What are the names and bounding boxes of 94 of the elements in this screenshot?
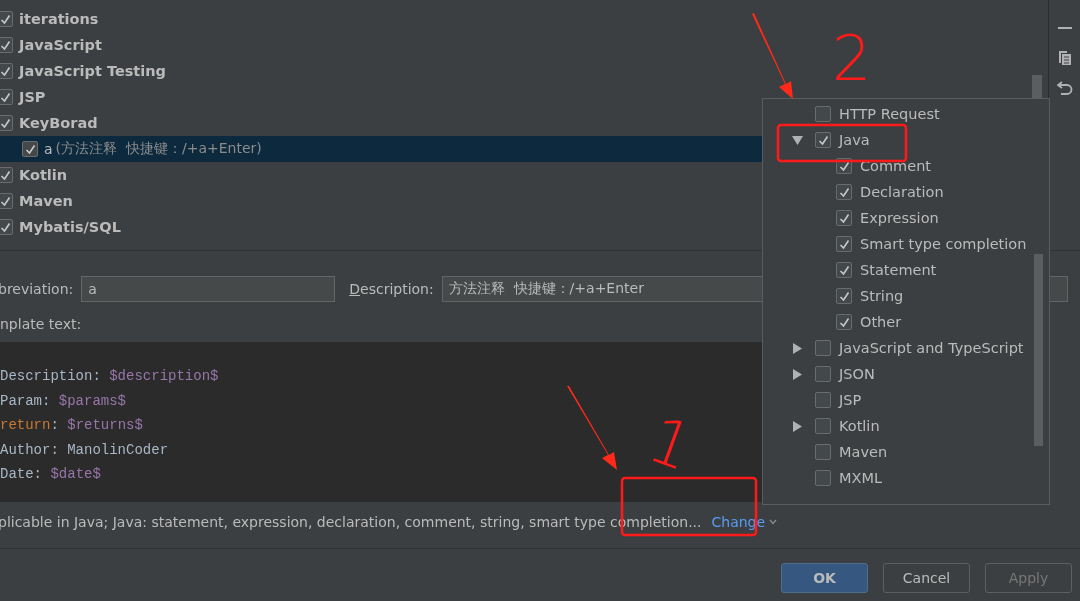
checkbox[interactable]: [0, 167, 13, 183]
checkmark-icon: [838, 160, 850, 172]
context-name: Smart type completion: [860, 236, 1027, 252]
group-name: JavaScript Testing: [19, 63, 166, 79]
checkbox[interactable]: [0, 37, 13, 53]
checkmark-icon: [0, 221, 11, 233]
template-group-row[interactable]: JSP: [0, 84, 52, 110]
template-group-row[interactable]: Maven: [0, 188, 79, 214]
checkmark-icon: [0, 195, 11, 207]
minus-icon: [1057, 27, 1072, 29]
abbreviation-label: breviation:: [0, 281, 74, 297]
context-name: JSP: [839, 392, 862, 408]
context-name: JavaScript and TypeScript: [839, 340, 1024, 356]
template-group-row[interactable]: JavaScript Testing: [0, 58, 172, 84]
context-name: Kotlin: [839, 418, 880, 434]
code-line: Description: $description$: [0, 368, 219, 386]
checkbox[interactable]: [0, 11, 13, 27]
dialog-button[interactable]: Cancel: [883, 563, 970, 593]
group-name: Mybatis/SQL: [19, 219, 121, 235]
checkbox[interactable]: [0, 63, 13, 79]
dialog-button[interactable]: OK: [781, 563, 868, 593]
copy-icon: [1057, 50, 1072, 66]
checkmark-icon: [838, 290, 850, 302]
undo-icon: [1056, 80, 1073, 96]
checkmark-icon: [838, 264, 850, 276]
template-group-row[interactable]: KeyBorad: [0, 110, 104, 136]
checkbox[interactable]: [22, 141, 38, 157]
checkmark-icon: [0, 169, 11, 181]
checkbox[interactable]: [836, 210, 852, 226]
checkbox[interactable]: [0, 89, 13, 105]
group-name: Kotlin: [19, 167, 68, 183]
checkbox[interactable]: [836, 288, 852, 304]
checkmark-icon: [0, 39, 11, 51]
code-line: Date: $date$: [0, 466, 101, 484]
checkmark-icon: [838, 238, 850, 250]
checkbox[interactable]: [836, 314, 852, 330]
context-name: Declaration: [860, 184, 944, 200]
checkbox[interactable]: [836, 262, 852, 278]
checkmark-icon: [0, 13, 11, 25]
template-group-row[interactable]: JavaScript: [0, 32, 108, 58]
group-name: JavaScript: [19, 37, 102, 53]
code-line: Param: $params$: [0, 392, 127, 411]
template-description: (方法注释 快捷键：/+a+Enter): [55, 140, 262, 158]
scrollbar-thumb[interactable]: [1032, 75, 1042, 99]
code-line: Author: ManolinCoder: [0, 441, 169, 460]
template-text-label: nplate text:: [0, 316, 82, 334]
checkbox[interactable]: [836, 236, 852, 252]
checkbox[interactable]: [0, 219, 13, 235]
checkbox[interactable]: [815, 340, 831, 356]
context-name: Expression: [860, 210, 939, 226]
context-name: JSON: [839, 366, 875, 382]
context-name: Maven: [839, 444, 888, 460]
triangle-down-icon[interactable]: [791, 134, 803, 146]
checkmark-icon: [838, 186, 850, 198]
checkbox[interactable]: [836, 184, 852, 200]
template-group-row[interactable]: Kotlin: [0, 162, 74, 188]
abbreviation-field[interactable]: a: [81, 276, 336, 302]
group-name: JSP: [19, 89, 46, 105]
checkbox[interactable]: [815, 366, 831, 382]
checkmark-icon: [0, 91, 11, 103]
checkbox[interactable]: [815, 392, 831, 408]
template-group-row[interactable]: iterations: [0, 6, 105, 32]
checkbox[interactable]: [0, 115, 13, 131]
context-name: MXML: [839, 470, 883, 486]
context-name: HTTP Request: [839, 106, 940, 122]
checkbox[interactable]: [815, 444, 831, 460]
template-name: a: [44, 141, 53, 157]
checkmark-icon: [24, 143, 36, 155]
checkbox[interactable]: [815, 132, 831, 148]
checkmark-icon: [838, 316, 850, 328]
annotation-number: 2: [832, 22, 872, 95]
checkmark-icon: [838, 212, 850, 224]
group-name: KeyBorad: [19, 115, 98, 131]
triangle-right-icon[interactable]: [791, 420, 803, 432]
context-name: Statement: [860, 262, 937, 278]
checkmark-icon: [817, 134, 829, 146]
triangle-right-icon[interactable]: [791, 368, 803, 380]
scrollbar-thumb[interactable]: [1034, 254, 1043, 446]
template-group-row[interactable]: Mybatis/SQL: [0, 214, 127, 240]
checkmark-icon: [0, 65, 11, 77]
context-name: Other: [860, 314, 902, 330]
code-line: return: $returns$: [0, 417, 143, 435]
context-name: String: [860, 288, 904, 304]
chevron-down-icon: [769, 519, 778, 525]
checkbox[interactable]: [815, 418, 831, 434]
annotation-number: 1: [639, 402, 703, 486]
group-name: iterations: [19, 11, 99, 27]
checkbox[interactable]: [0, 193, 13, 209]
checkbox[interactable]: [815, 106, 831, 122]
group-name: Maven: [19, 193, 73, 209]
triangle-right-icon[interactable]: [791, 342, 803, 354]
description-label: Description:: [349, 281, 434, 297]
checkmark-icon: [0, 117, 11, 129]
checkbox[interactable]: [815, 470, 831, 486]
